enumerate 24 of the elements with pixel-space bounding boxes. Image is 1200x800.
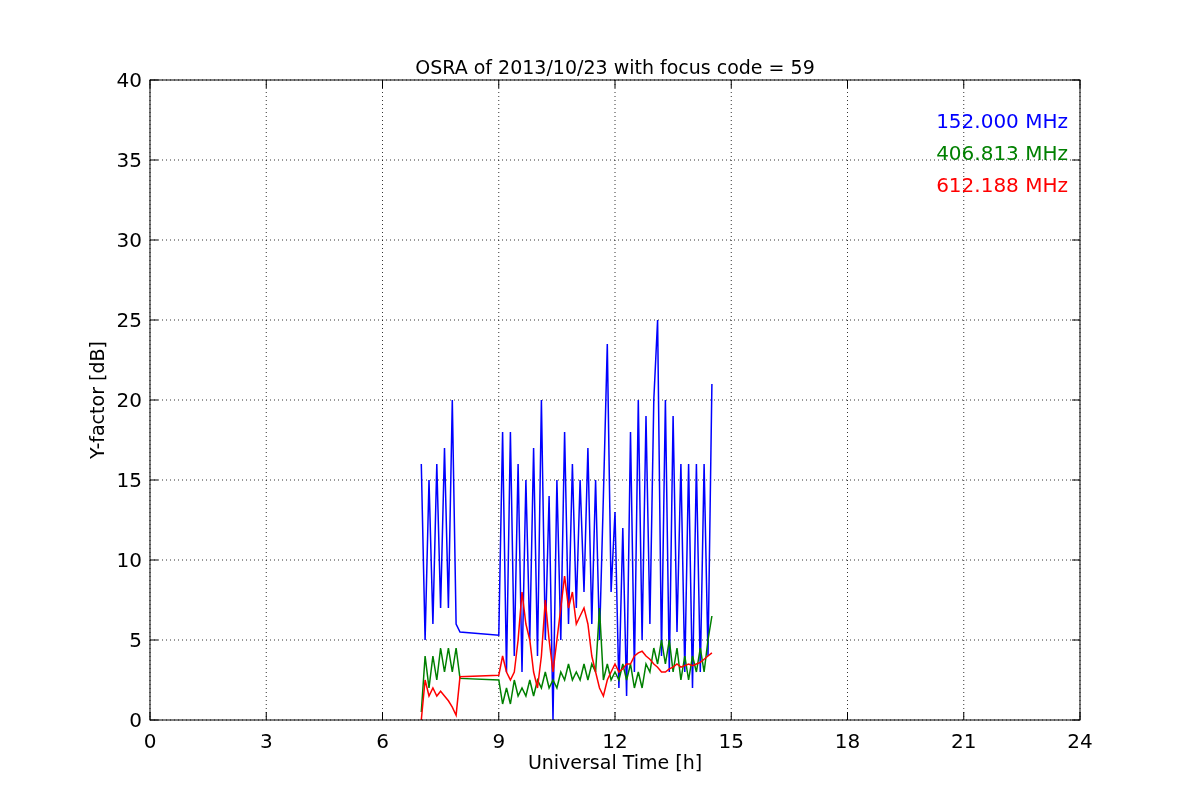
x-tick-label: 9 [492, 729, 506, 753]
legend-label: 152.000 MHz [936, 109, 1068, 133]
y-tick-label: 40 [116, 68, 142, 92]
y-tick-label: 35 [116, 148, 142, 172]
y-axis-label: Y-factor [dB] [86, 341, 108, 459]
y-tick-label: 0 [129, 708, 142, 732]
x-axis-label: Universal Time [h] [527, 751, 703, 773]
y-tick-label: 15 [116, 468, 142, 492]
legend-label: 612.188 MHz [936, 173, 1068, 197]
y-tick-label: 20 [116, 388, 142, 412]
x-tick-label: 15 [718, 729, 744, 753]
x-tick-label: 21 [951, 729, 977, 753]
x-tick-label: 18 [834, 729, 861, 753]
y-tick-label: 5 [129, 628, 142, 652]
x-tick-label: 0 [143, 729, 157, 753]
y-tick-label: 10 [116, 548, 142, 572]
x-tick-label: 12 [602, 729, 628, 753]
x-tick-label: 6 [376, 729, 389, 753]
legend-label: 406.813 MHz [936, 141, 1068, 165]
y-tick-label: 30 [116, 228, 142, 252]
y-tick-label: 25 [116, 308, 142, 332]
x-tick-label: 3 [259, 729, 273, 753]
chart-title: OSRA of 2013/10/23 with focus code = 59 [415, 56, 815, 78]
x-tick-label: 24 [1067, 729, 1093, 753]
